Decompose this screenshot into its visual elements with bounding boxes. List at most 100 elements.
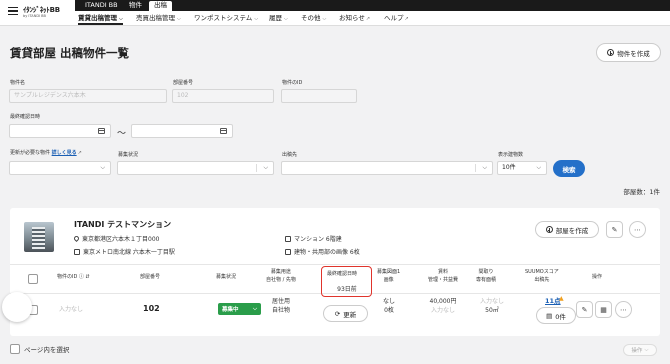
sort-icon[interactable]: ⇵ bbox=[86, 274, 90, 280]
address-text: 東京都港区六本木１丁目000 bbox=[82, 236, 160, 243]
logo-text: ｲﾀﾝｼﾞﾈｯﾄBB bbox=[23, 6, 60, 14]
property-name-input[interactable]: サンプルレジデンス六本木 bbox=[9, 89, 167, 103]
th-label: 物件のID bbox=[57, 274, 78, 280]
menu-label: その他 bbox=[301, 14, 321, 22]
recruit-status-select[interactable]: ⌵ bbox=[117, 161, 274, 175]
external-link-icon: ↗ bbox=[77, 150, 82, 156]
page-title: 賃貸部屋 出稿物件一覧 bbox=[10, 46, 130, 60]
update-needed-select[interactable]: ⌵ bbox=[9, 161, 111, 175]
create-property-button[interactable]: 物件を作成 bbox=[596, 43, 661, 62]
menu-label: 売買出稿管理 bbox=[136, 14, 175, 22]
menu-help[interactable]: ヘルプ↗ bbox=[384, 13, 409, 25]
menu-label: お知らせ bbox=[339, 14, 365, 22]
plus-circle-icon bbox=[607, 49, 615, 56]
destination-select[interactable]: ⌵ bbox=[281, 161, 493, 175]
th-line: 募集用途 bbox=[270, 269, 291, 275]
calendar-icon[interactable] bbox=[98, 128, 105, 134]
bulk-operations-button[interactable]: 操作 ⌵ bbox=[623, 344, 657, 356]
address-info: 東京都港区六本木１丁目000 bbox=[72, 234, 160, 243]
chevron-down-icon: ⌵ bbox=[322, 16, 327, 22]
operations-label: 操作 bbox=[631, 348, 643, 354]
external-link-icon: ↗ bbox=[404, 16, 409, 22]
last-confirmed-label: 最終確認日時 bbox=[10, 114, 41, 120]
last-confirmed-to-input[interactable] bbox=[131, 124, 233, 138]
layers-icon bbox=[285, 235, 291, 242]
chevron-down-icon: ⌵ bbox=[177, 16, 181, 22]
room-number-input[interactable]: 102 bbox=[172, 89, 274, 103]
layout-text: 入力なし bbox=[480, 298, 505, 305]
menu-label: ワンポストシステム bbox=[194, 14, 253, 22]
room-number-value[interactable]: 102 bbox=[143, 304, 160, 313]
menu-history[interactable]: 履歴 ⌵ bbox=[269, 13, 288, 25]
edit-icon: ✎ bbox=[581, 305, 588, 314]
destinations-count: 0件 bbox=[555, 312, 566, 321]
room-number-label: 部屋番号 bbox=[173, 80, 194, 86]
more-options-button[interactable]: ⋯ bbox=[629, 221, 646, 238]
display-count-select[interactable]: 10件 ⌵ bbox=[497, 161, 547, 175]
row-more-button[interactable]: ⋯ bbox=[615, 301, 632, 318]
train-icon bbox=[74, 248, 80, 255]
property-id-input[interactable] bbox=[281, 89, 357, 103]
chevron-down-icon: ⌵ bbox=[119, 16, 123, 22]
select-all-checkbox[interactable] bbox=[28, 274, 38, 284]
refresh-label: 更新 bbox=[343, 310, 357, 319]
edit-icon: ✎ bbox=[611, 225, 618, 234]
more-icon: ⋯ bbox=[634, 225, 641, 234]
logo-subtext: by ITANDI BB bbox=[23, 14, 46, 18]
search-button[interactable]: 検索 bbox=[553, 160, 585, 177]
last-confirmed-value: 93日前 bbox=[337, 286, 357, 293]
th-property-id: 物件のID ⓘ ⇵ bbox=[57, 273, 90, 281]
th-floor-plan: 募集図面1 画像 bbox=[377, 268, 400, 284]
floating-action-button[interactable] bbox=[2, 292, 32, 322]
more-icon: ⋯ bbox=[620, 305, 627, 314]
destinations-button[interactable]: ▤ 0件 bbox=[536, 307, 576, 324]
th-line: 間取り bbox=[478, 269, 494, 275]
recruit-status-badge[interactable]: 募集中 ⌵ bbox=[218, 303, 261, 315]
th-line: 自社物 / 先物 bbox=[266, 277, 296, 283]
menu-rental-publish[interactable]: 賃貸出稿管理 ⌵ bbox=[78, 13, 123, 25]
logo[interactable]: ｲﾀﾝｼﾞﾈｯﾄBB by ITANDI BB bbox=[23, 6, 67, 18]
refresh-button[interactable]: ⟳ 更新 bbox=[323, 305, 368, 322]
property-id-value: 入力なし bbox=[59, 306, 84, 313]
portal-tab-itandi-bb[interactable]: ITANDI BB bbox=[80, 1, 123, 11]
select-page-control[interactable]: ページ内を選択 bbox=[10, 344, 69, 354]
th-line: 管理・共益費 bbox=[427, 277, 458, 283]
portal-tab-property[interactable]: 物件 bbox=[124, 1, 147, 11]
select-divider bbox=[256, 164, 257, 172]
building-type-info: マンション 6階建 bbox=[285, 234, 342, 243]
menu-label: ヘルプ bbox=[384, 14, 404, 22]
hamburger-menu-icon[interactable] bbox=[8, 7, 18, 16]
edit-property-button[interactable]: ✎ bbox=[606, 221, 623, 238]
menu-other[interactable]: その他 ⌵ bbox=[301, 13, 326, 25]
property-name-label: 物件名 bbox=[10, 80, 26, 86]
chevron-down-icon: ⌵ bbox=[252, 305, 257, 312]
building-thumbnail[interactable] bbox=[24, 222, 54, 252]
usage-value: 居住用 自社物 bbox=[272, 297, 290, 315]
menu-onepost-system[interactable]: ワンポストシステム ⌵ bbox=[194, 13, 258, 25]
document-icon: ▤ bbox=[546, 311, 553, 320]
update-needed-text: 更新が必要な物件 bbox=[10, 150, 51, 156]
th-recruit-status: 募集状況 bbox=[216, 274, 237, 280]
th-fee: 賃料 管理・共益費 bbox=[423, 268, 463, 284]
images-info: 建物・共用部の画像 6枚 bbox=[285, 247, 360, 256]
refresh-icon: ⟳ bbox=[334, 309, 341, 318]
select-page-checkbox[interactable] bbox=[10, 344, 20, 354]
area-text: 50㎡ bbox=[485, 307, 499, 314]
menu-label: 履歴 bbox=[269, 14, 282, 22]
update-needed-label: 更新が必要な物件 詳しく見る↗ bbox=[10, 149, 82, 156]
menu-news[interactable]: お知らせ↗ bbox=[339, 13, 370, 25]
menu-sales-publish[interactable]: 売買出稿管理 ⌵ bbox=[136, 13, 181, 25]
portal-tab-publish[interactable]: 出稿 bbox=[149, 1, 172, 11]
display-count-label: 表示建物数 bbox=[498, 152, 524, 158]
chevron-down-icon: ⌵ bbox=[100, 164, 105, 171]
last-confirmed-from-input[interactable] bbox=[9, 124, 111, 138]
row-document-button[interactable]: ▦ bbox=[595, 301, 612, 318]
create-room-button[interactable]: 部屋を作成 bbox=[535, 221, 599, 238]
property-card: ITANDI テストマンション 東京都港区六本木１丁目000 東京メトロ南北線 … bbox=[10, 208, 660, 336]
building-name[interactable]: ITANDI テストマンション bbox=[74, 219, 171, 230]
details-link[interactable]: 詳しく見る bbox=[52, 150, 77, 156]
calendar-icon[interactable] bbox=[220, 128, 227, 134]
row-edit-button[interactable]: ✎ bbox=[576, 301, 593, 318]
chevron-down-icon: ⌵ bbox=[536, 164, 541, 171]
th-usage: 募集用途自社物 / 先物 bbox=[266, 268, 296, 284]
